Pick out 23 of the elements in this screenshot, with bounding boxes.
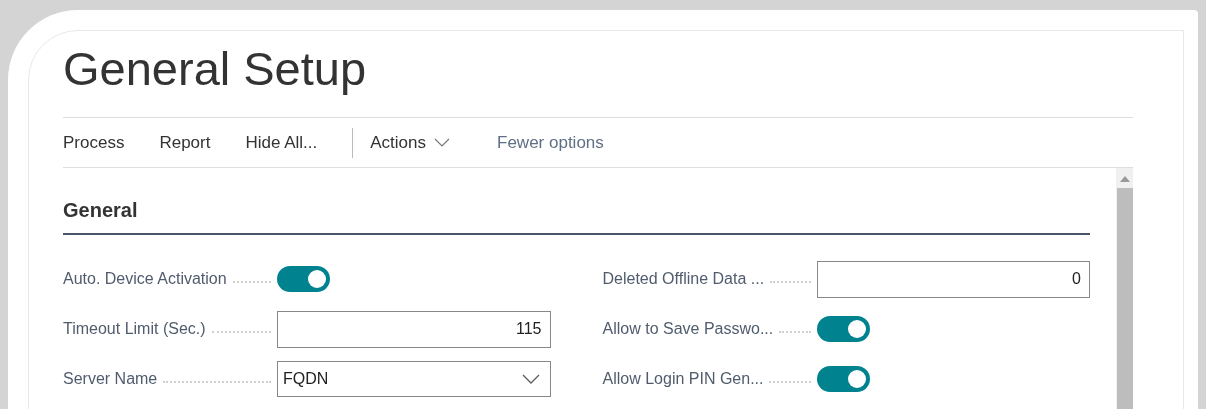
number-field[interactable]: 115 [277, 310, 551, 348]
field-label: Allow Login PIN Gen... [602, 369, 764, 389]
section-heading: General [63, 195, 1090, 235]
field-label: Allow to Save Passwo... [602, 319, 774, 339]
field-label: Deleted Offline Data ... [602, 269, 765, 289]
toolbar-button[interactable]: Actions [370, 129, 450, 156]
toggle-switch[interactable] [277, 266, 330, 292]
field-label: Server Name [63, 369, 158, 389]
dropdown-field[interactable]: FQDN [277, 361, 551, 397]
fewer-options-link[interactable]: Fewer options [497, 129, 604, 156]
toggle-switch[interactable] [816, 316, 870, 342]
toolbar-button[interactable]: Process [63, 129, 125, 156]
scrollbar[interactable] [1116, 168, 1133, 409]
scroll-up-icon [1119, 176, 1130, 182]
toolbar-button[interactable]: Report [159, 129, 211, 156]
toolbar-button[interactable]: Hide All... [245, 129, 318, 156]
toggle-switch[interactable] [816, 366, 870, 392]
field-label: Timeout Limit (Sec.) [63, 319, 206, 339]
chevron-down-icon [521, 374, 540, 384]
page-title: General Setup [63, 41, 368, 97]
number-field[interactable]: 0 [816, 260, 1090, 298]
chevron-down-icon [434, 138, 450, 147]
field-label: Auto. Device Activation [63, 269, 227, 289]
